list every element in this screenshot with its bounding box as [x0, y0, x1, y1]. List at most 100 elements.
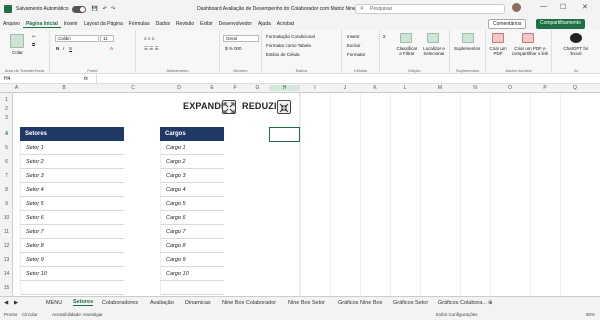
create-pdf-icon[interactable] — [492, 33, 504, 43]
copy-icon[interactable]: ⧉ — [32, 42, 35, 47]
table-row[interactable]: Setor 7 — [20, 225, 124, 239]
wrap-icon[interactable]: ☰ ☰ ☰ — [144, 46, 159, 52]
save-icon[interactable]: 💾 — [92, 6, 98, 12]
table-row[interactable] — [20, 281, 124, 295]
font-size-select[interactable]: 11 — [100, 35, 114, 42]
chatgpt-icon[interactable] — [570, 33, 582, 43]
create-pdf-button[interactable]: Criar um PDF — [488, 46, 508, 56]
cell-styles-button[interactable]: Estilos de Célula — [266, 52, 300, 57]
row-header[interactable]: 5 — [0, 145, 13, 151]
table-row[interactable]: Cargo 6 — [160, 211, 224, 225]
table-row[interactable]: Cargo 3 — [160, 169, 224, 183]
expand-icon[interactable] — [222, 100, 236, 114]
tab-dinamicas[interactable]: Dinamicas — [185, 300, 211, 306]
menu-desenvolvedor[interactable]: Desenvolvedor — [216, 21, 255, 27]
tab-prev-icon[interactable]: ◀ — [4, 300, 8, 306]
column-header[interactable]: D — [158, 85, 200, 91]
addins-icon[interactable] — [462, 33, 474, 43]
sort-filter-icon[interactable] — [400, 33, 412, 43]
tab-colaboradores[interactable]: Colaboradores — [102, 300, 138, 306]
share-pdf-button[interactable]: Criar um PDF e compartilhar o link — [510, 46, 550, 56]
column-header[interactable]: J — [330, 85, 360, 91]
table-row[interactable]: Cargo 1 — [160, 141, 224, 155]
tab-graficos-colaborador[interactable]: Gráficos Colabora... — [438, 300, 487, 306]
find-select-icon[interactable] — [427, 33, 439, 43]
column-header[interactable]: F — [224, 85, 246, 91]
underline-icon[interactable]: S — [69, 46, 72, 51]
column-header[interactable]: C — [108, 85, 158, 91]
column-header[interactable]: E — [200, 85, 224, 91]
menu-layout[interactable]: Layout da Página — [81, 21, 126, 27]
tab-avaliacao[interactable]: Avaliação — [150, 300, 174, 306]
paste-button[interactable]: Colar — [12, 50, 23, 55]
column-header[interactable]: I — [300, 85, 330, 91]
menu-inserir[interactable]: Inserir — [61, 21, 81, 27]
menu-ajuda[interactable]: Ajuda — [255, 21, 274, 27]
column-header[interactable]: L — [390, 85, 420, 91]
table-row[interactable]: Setor 2 — [20, 155, 124, 169]
align-icon[interactable]: ≡ ≡ ≡ — [144, 36, 154, 41]
row-header[interactable]: 4 — [0, 131, 13, 137]
column-header[interactable]: B — [20, 85, 108, 91]
menu-acrobat[interactable]: Acrobat — [274, 21, 297, 27]
menu-formulas[interactable]: Fórmulas — [126, 21, 153, 27]
conditional-format-button[interactable]: Formatação Condicional — [266, 34, 315, 39]
row-header[interactable]: 10 — [0, 215, 13, 221]
avatar[interactable] — [512, 3, 521, 12]
column-header[interactable]: A — [13, 85, 20, 91]
menu-pagina-inicial[interactable]: Página Inicial — [22, 21, 61, 28]
name-box[interactable]: H4 — [4, 76, 44, 82]
column-header[interactable]: P — [530, 85, 560, 91]
table-row[interactable]: Cargo 7 — [160, 225, 224, 239]
bold-icon[interactable]: N — [56, 46, 59, 51]
column-header[interactable]: O — [490, 85, 530, 91]
row-header[interactable]: 13 — [0, 257, 13, 263]
selected-cell[interactable] — [269, 127, 300, 142]
formula-input[interactable] — [96, 74, 596, 83]
number-format-select[interactable]: Geral — [223, 35, 259, 42]
table-row[interactable]: Setor 10 — [20, 267, 124, 281]
table-row[interactable]: Setor 4 — [20, 183, 124, 197]
row-header[interactable]: 14 — [0, 271, 13, 277]
table-row[interactable]: Cargo 2 — [160, 155, 224, 169]
currency-icon[interactable]: $ % 000 — [225, 46, 242, 51]
row-header[interactable]: 11 — [0, 229, 13, 235]
addins-button[interactable]: Suplementos — [454, 46, 480, 51]
tab-next-icon[interactable]: ▶ — [14, 300, 18, 306]
find-select-button[interactable]: Localizar e Selecionar — [420, 46, 448, 56]
close-icon[interactable]: ✕ — [582, 3, 588, 11]
tab-menu[interactable]: MENU — [46, 300, 62, 306]
sort-filter-button[interactable]: Classificar e Filtrar — [396, 46, 418, 56]
format-cells-button[interactable]: Formatar — [347, 52, 365, 57]
undo-icon[interactable]: ↶ — [103, 6, 107, 12]
column-header[interactable]: K — [360, 85, 390, 91]
column-header[interactable]: H — [269, 85, 300, 91]
font-color-icon[interactable]: A — [110, 46, 113, 51]
add-sheet-icon[interactable]: ⊕ — [488, 300, 493, 306]
comments-button[interactable]: Comentários — [488, 19, 527, 29]
reduce-icon[interactable] — [277, 100, 291, 114]
row-header[interactable]: 15 — [0, 285, 13, 291]
column-header[interactable]: G — [246, 85, 269, 91]
maximize-icon[interactable]: ☐ — [560, 3, 566, 11]
tab-graficos-nine-box[interactable]: Gráficos Nine Box — [338, 300, 382, 306]
row-header[interactable]: 12 — [0, 243, 13, 249]
status-accessibility[interactable]: Acessibilidade: Investigar — [52, 312, 103, 317]
table-row[interactable]: Cargo 10 — [160, 267, 224, 281]
fx-icon[interactable]: fx — [84, 76, 88, 82]
italic-icon[interactable]: I — [63, 46, 64, 51]
table-row[interactable]: Cargo 9 — [160, 253, 224, 267]
format-table-button[interactable]: Formatar como Tabela — [266, 43, 311, 48]
menu-arquivo[interactable]: Arquivo — [0, 21, 23, 27]
display-settings[interactable]: Exibir Configurações — [436, 312, 478, 317]
search-input[interactable]: Pesquisar — [355, 4, 505, 14]
table-row[interactable] — [160, 281, 224, 295]
menu-revisao[interactable]: Revisão — [173, 21, 197, 27]
delete-cells-button[interactable]: Excluir — [347, 43, 361, 48]
tab-setores[interactable]: Setores — [73, 299, 94, 306]
table-row[interactable]: Setor 3 — [20, 169, 124, 183]
table-row[interactable]: Setor 8 — [20, 239, 124, 253]
chatgpt-button[interactable]: ChatGPT for Excel — [560, 46, 592, 56]
row-header[interactable]: 7 — [0, 173, 13, 179]
share-pdf-icon[interactable] — [522, 33, 534, 43]
